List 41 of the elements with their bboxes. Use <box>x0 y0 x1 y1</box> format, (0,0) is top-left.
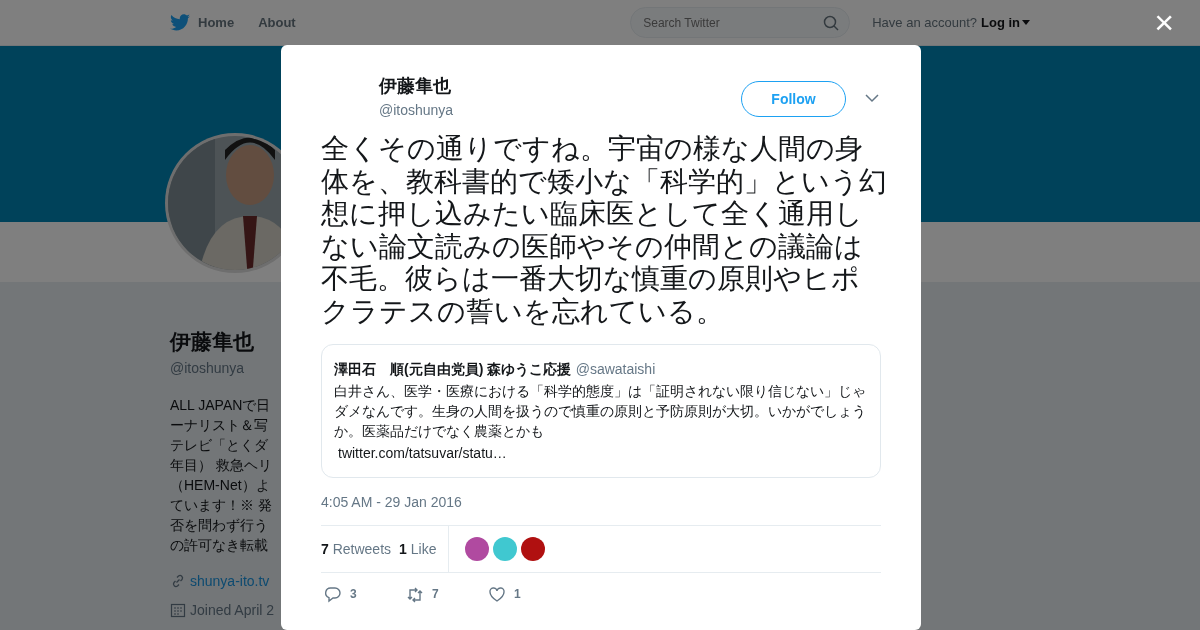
link-icon <box>170 573 186 589</box>
quoted-author-name: 澤田石 順(元自由党員) 森ゆうこ応援 <box>334 361 572 377</box>
bio-line: ALL JAPANで日 <box>170 395 272 415</box>
bio-line: の許可なき転載 <box>170 535 269 555</box>
bio-line: 否を問わず行う <box>170 515 269 535</box>
retweet-icon[interactable] <box>406 585 424 603</box>
bio-line: ーナリスト＆写 <box>170 415 269 435</box>
profile-handle: @itoshunya <box>170 358 246 378</box>
author-handle: @itoshunya <box>379 101 454 120</box>
account-prompt: Have an account? <box>872 13 977 32</box>
caret-icon[interactable] <box>1022 20 1030 25</box>
quoted-tweet-card[interactable]: 澤田石 順(元自由党員) 森ゆうこ応援 @sawataishi 白井さん、医学・医療における「科学的態度」は「証明されない限り信じない」じゃダメなんです。生身の人間を扱うので慎重の原則と予防原則が大切。いかがでしょうか。医薬品だけでなく農薬とかも twitter.com/tatsuvar/statu… <box>321 344 881 478</box>
nav-link-item[interactable]: About <box>258 12 296 33</box>
like-button[interactable]: 1 <box>488 585 570 603</box>
bio-line: ています！※ 発 <box>170 495 273 515</box>
profile-name: 伊藤隼也 <box>170 329 255 355</box>
quoted-author-handle: @sawataishi <box>575 361 656 377</box>
retweet-button[interactable]: 7 <box>406 585 488 603</box>
tweet-timestamp: 4:05 AM - 29 Jan 2016 <box>321 493 463 512</box>
calendar-icon <box>170 602 186 618</box>
author-name[interactable]: 伊藤隼也 <box>379 73 454 100</box>
nav-link-item[interactable]: Home <box>198 12 235 33</box>
reply-icon[interactable] <box>324 585 342 603</box>
bio-line: （HEM-Net）よ <box>170 475 271 495</box>
chevron-down-icon[interactable] <box>865 94 879 103</box>
quoted-link[interactable]: twitter.com/tatsuvar/statu… <box>334 445 507 461</box>
heart-icon[interactable] <box>488 585 506 603</box>
liker-avatar[interactable] <box>521 537 546 561</box>
joined-date: Joined April 2 <box>190 600 275 620</box>
search-field[interactable]: Search Twitter <box>630 7 851 38</box>
close-button[interactable]: × <box>1148 4 1180 40</box>
bio-line: 年目） 救急ヘリ <box>170 455 273 475</box>
bio-line: テレビ「とくダ <box>170 435 269 455</box>
search-icon[interactable] <box>823 15 840 31</box>
login-link[interactable]: Log in <box>981 12 1020 33</box>
reply-button[interactable]: 3 <box>324 585 406 603</box>
follow-button[interactable]: Follow <box>741 81 846 117</box>
tweet-text: 全くその通りですね。宇宙の様な人間の身体を、教科書的で矮小な「科学的」という幻想に押し込みたい臨床医として全く通用しない論文読みの医師やその仲間との議論は不毛。彼らは一番大切な慎重の原則やヒポクラテスの誓いを忘れている。 <box>321 133 887 328</box>
stat-link[interactable]: 7 Retweets <box>321 538 392 560</box>
stat-link[interactable]: 1 Like <box>399 538 437 560</box>
liker-avatar[interactable] <box>465 537 490 561</box>
